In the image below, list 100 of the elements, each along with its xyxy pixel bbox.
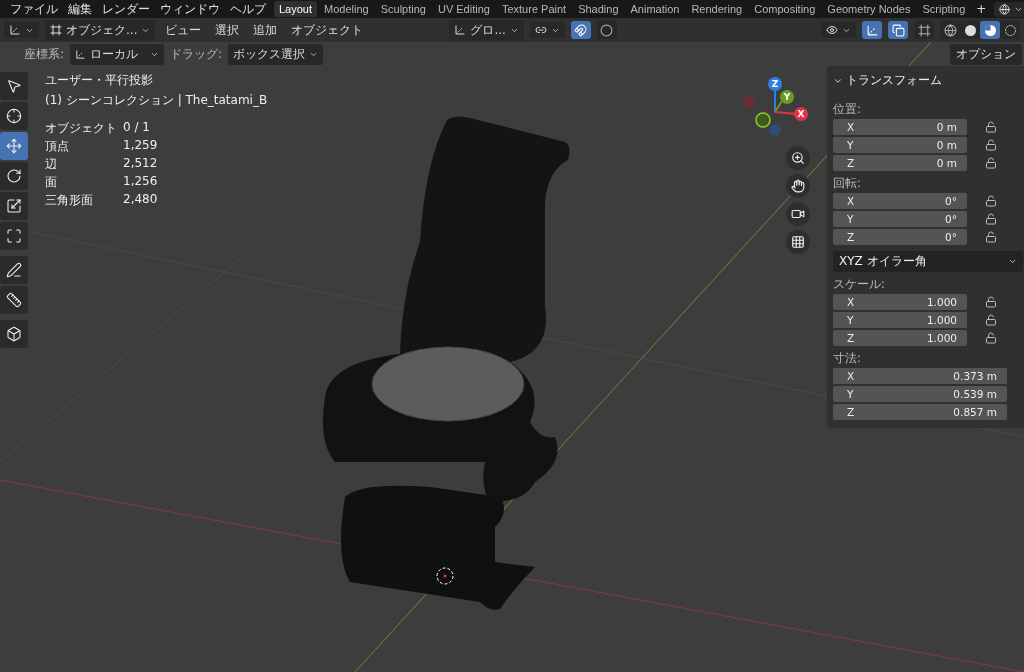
menu-item[interactable]: ウィンドウ bbox=[156, 0, 224, 18]
workspace-tab[interactable]: Layout bbox=[274, 1, 318, 17]
rotate-icon[interactable] bbox=[0, 162, 28, 190]
workspace-tab[interactable]: UV Editing bbox=[432, 1, 495, 17]
workspace-tab[interactable]: Compositing bbox=[749, 1, 821, 17]
number-field[interactable]: X 1.000 bbox=[833, 294, 967, 310]
menu-item[interactable]: ファイル bbox=[6, 0, 62, 18]
stat-value: 2,480 bbox=[123, 192, 159, 208]
editor-type-button[interactable] bbox=[4, 22, 39, 38]
drag-value: ボックス選択 bbox=[233, 45, 306, 63]
overlay-icon[interactable] bbox=[888, 21, 908, 39]
rotation-mode-value: XYZ オイラー角 bbox=[839, 253, 927, 270]
view-name: ユーザー・平行投影 bbox=[45, 72, 154, 89]
group-label: 寸法: bbox=[833, 351, 862, 366]
stat-value: 1,259 bbox=[123, 138, 159, 154]
unlocked-icon[interactable] bbox=[985, 231, 997, 243]
workspace-tab[interactable]: Animation bbox=[625, 1, 685, 17]
pivot-button[interactable] bbox=[529, 22, 565, 38]
rotation-mode-dropdown[interactable]: XYZ オイラー角 bbox=[833, 251, 1023, 272]
menu-item[interactable]: ヘルプ bbox=[226, 0, 270, 18]
group-label: スケール: bbox=[833, 277, 886, 292]
globe-icon bbox=[999, 3, 1011, 15]
axis-label: Y bbox=[783, 92, 791, 102]
orientation-dropdown[interactable]: グロ... bbox=[449, 19, 524, 41]
orientation-label: 座標系: bbox=[24, 45, 65, 63]
hand-icon[interactable] bbox=[786, 174, 810, 198]
mode-label: オブジェク... bbox=[66, 21, 138, 39]
ruler-icon[interactable] bbox=[0, 286, 28, 314]
number-field[interactable]: Y 1.000 bbox=[833, 312, 967, 328]
orientation-dropdown[interactable]: ローカル bbox=[70, 43, 165, 65]
panel-title[interactable]: トランスフォーム bbox=[846, 72, 942, 89]
cube-icon[interactable] bbox=[0, 320, 28, 348]
axes-icon bbox=[9, 24, 21, 36]
visibility-button[interactable] bbox=[821, 22, 856, 38]
header-menu[interactable]: オブジェクト bbox=[287, 21, 368, 39]
workspace-tab[interactable]: Modeling bbox=[319, 1, 374, 17]
axes-icon[interactable] bbox=[862, 21, 882, 39]
negative-axis-dot[interactable] bbox=[743, 96, 755, 108]
stat-label: 頂点 bbox=[45, 138, 70, 155]
group-label: 位置: bbox=[833, 102, 862, 117]
axes-icon bbox=[454, 24, 467, 36]
select-box-icon[interactable] bbox=[0, 72, 28, 100]
unlocked-icon[interactable] bbox=[985, 121, 997, 133]
stat-value: 0 / 1 bbox=[123, 120, 151, 136]
add-workspace-button[interactable]: + bbox=[972, 2, 991, 16]
options-button[interactable]: オプション bbox=[950, 44, 1022, 65]
unlocked-icon[interactable] bbox=[985, 314, 997, 326]
unlocked-icon[interactable] bbox=[985, 139, 997, 151]
workspace-tab[interactable]: Scripting bbox=[917, 1, 971, 17]
grid-icon[interactable] bbox=[786, 230, 810, 254]
number-field[interactable]: Y 0° bbox=[833, 211, 967, 227]
3d-cursor-icon bbox=[436, 567, 454, 585]
menu-item[interactable]: 編集 bbox=[64, 0, 96, 18]
unlocked-icon[interactable] bbox=[985, 157, 997, 169]
number-field[interactable]: X 0 m bbox=[833, 119, 967, 135]
scale-icon[interactable] bbox=[0, 192, 28, 220]
stat-label: オブジェクト bbox=[45, 120, 118, 137]
number-field[interactable]: Z 1.000 bbox=[833, 330, 967, 346]
axis-label: X bbox=[797, 109, 805, 119]
orientation-label: グロ... bbox=[470, 21, 506, 39]
magnet-icon[interactable] bbox=[570, 21, 591, 39]
link-icon bbox=[534, 24, 547, 36]
workspace-tab[interactable]: Rendering bbox=[686, 1, 748, 17]
move-arrows-icon[interactable] bbox=[0, 132, 28, 160]
unlocked-icon[interactable] bbox=[985, 195, 997, 207]
header-menu[interactable]: 選択 bbox=[211, 21, 244, 39]
drag-label: ドラッグ: bbox=[170, 45, 223, 63]
header-menu[interactable]: ビュー bbox=[161, 21, 206, 39]
crosshair-icon[interactable] bbox=[0, 102, 28, 130]
pen-icon[interactable] bbox=[0, 256, 28, 284]
negative-axis-dot[interactable] bbox=[755, 112, 771, 128]
stat-label: 面 bbox=[45, 174, 58, 191]
menu-item[interactable]: レンダー bbox=[98, 0, 154, 18]
number-field[interactable]: X 0.373 m bbox=[833, 368, 1007, 384]
axes-icon bbox=[75, 48, 87, 60]
axis-label: Z bbox=[771, 79, 779, 89]
scene-button[interactable] bbox=[994, 1, 1024, 17]
header-menu[interactable]: 追加 bbox=[249, 21, 282, 39]
number-field[interactable]: X 0° bbox=[833, 193, 967, 209]
number-field[interactable]: Z 0.857 m bbox=[833, 404, 1007, 420]
unlocked-icon[interactable] bbox=[985, 296, 997, 308]
stat-value: 1,256 bbox=[123, 174, 159, 190]
mode-dropdown[interactable]: オブジェク... bbox=[45, 19, 156, 41]
workspace-tab[interactable]: Texture Paint bbox=[496, 1, 572, 17]
drag-dropdown[interactable]: ボックス選択 bbox=[228, 43, 324, 65]
unlocked-icon[interactable] bbox=[985, 213, 997, 225]
number-field[interactable]: Y 0 m bbox=[833, 137, 967, 153]
workspace-tab[interactable]: Shading bbox=[573, 1, 624, 17]
transform-icon[interactable] bbox=[0, 222, 28, 250]
zoom-icon[interactable] bbox=[786, 146, 810, 170]
unlocked-icon[interactable] bbox=[985, 332, 997, 344]
negative-axis-dot[interactable] bbox=[769, 124, 781, 136]
caret-icon bbox=[1008, 257, 1017, 266]
eye-icon bbox=[826, 24, 838, 36]
number-field[interactable]: Z 0 m bbox=[833, 155, 967, 171]
number-field[interactable]: Z 0° bbox=[833, 229, 967, 245]
workspace-tab[interactable]: Sculpting bbox=[375, 1, 431, 17]
workspace-tab[interactable]: Geometry Nodes bbox=[822, 1, 916, 17]
number-field[interactable]: Y 0.539 m bbox=[833, 386, 1007, 402]
camera-icon[interactable] bbox=[786, 202, 810, 226]
